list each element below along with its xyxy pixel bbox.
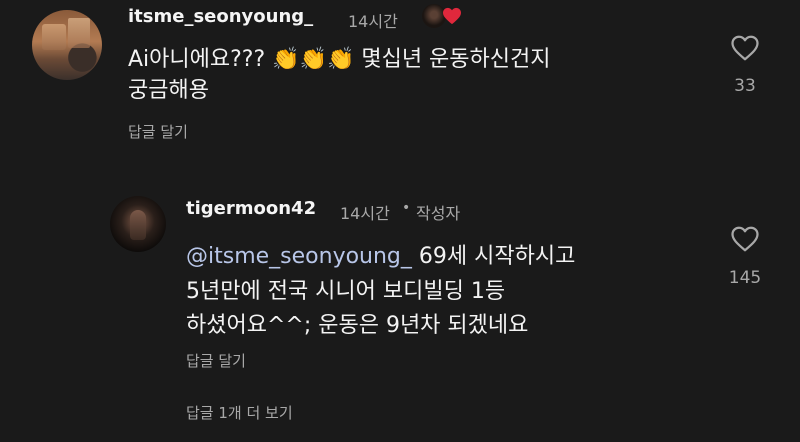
reply-text-line-3: 하셨어요^^; 운동은 9년차 되겠네요 — [186, 313, 529, 338]
comment-text-line-1: Ai아니에요??? 👏👏👏 몇십년 운동하신건지 — [128, 44, 551, 75]
commenter-username[interactable]: itsme_seonyoung_ — [128, 6, 313, 27]
view-more-replies-button[interactable]: 답글 1개 더 보기 — [186, 402, 293, 423]
replier-username[interactable]: tigermoon42 — [186, 198, 316, 219]
clapping-hands-emoji: 👏👏👏 — [272, 47, 355, 72]
comments-panel: itsme_seonyoung_ 14시간 Ai아니에요??? 👏👏👏 몇십년 … — [0, 0, 800, 442]
heart-outline-icon[interactable] — [730, 34, 760, 62]
comment-reply-button[interactable]: 답글 달기 — [128, 121, 188, 142]
commenter-avatar[interactable] — [32, 10, 102, 80]
creator-liked-badge — [422, 3, 466, 31]
comment-text-line-2: 궁금해용 — [128, 78, 209, 103]
comment-text-prefix: Ai아니에요??? — [128, 47, 266, 72]
comment-like-count: 33 — [734, 76, 756, 96]
comment-timestamp: 14시간 — [348, 12, 398, 31]
reply-text-line-1: @itsme_seonyoung_ 69세 시작하시고 — [186, 241, 575, 272]
reply-reply-button[interactable]: 답글 달기 — [186, 350, 246, 371]
heart-outline-icon[interactable] — [730, 225, 760, 253]
meta-separator: • — [402, 200, 411, 216]
heart-filled-icon — [443, 7, 461, 25]
reply-like-count: 145 — [728, 268, 762, 288]
reply-text-line-2: 5년만에 전국 시니어 보디빌딩 1등 — [186, 279, 506, 304]
replier-avatar[interactable] — [110, 196, 166, 252]
reply-text-suffix: 69세 시작하시고 — [418, 244, 576, 269]
mention-link[interactable]: @itsme_seonyoung_ — [186, 244, 412, 269]
comment-text-suffix: 몇십년 운동하신건지 — [361, 47, 551, 72]
author-badge: 작성자 — [416, 204, 461, 223]
reply-timestamp: 14시간 — [340, 204, 390, 223]
